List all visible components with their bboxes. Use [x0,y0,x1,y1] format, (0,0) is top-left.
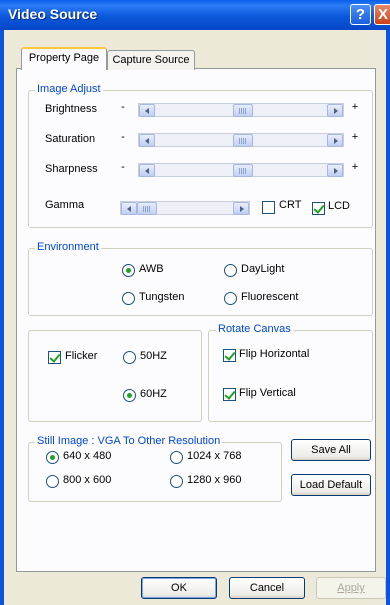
lcd-label: LCD [328,200,351,212]
saturation-right-arrow-icon[interactable] [327,134,343,147]
still-image-legend: Still Image : VGA To Other Resolution [35,435,223,447]
brightness-slider-thumb[interactable] [233,104,253,117]
res-640-label: 640 x 480 [63,450,112,462]
image-adjust-legend: Image Adjust [35,83,103,95]
tab-property-page[interactable]: Property Page [21,47,107,70]
hz50-radio[interactable] [123,351,136,364]
sharpness-right-arrow-icon[interactable] [327,164,343,177]
sharpness-plus: + [351,161,359,173]
brightness-plus: + [351,101,359,113]
apply-label: Apply [337,582,365,594]
res-800-label: 800 x 600 [63,474,112,486]
res-800-radio[interactable] [46,475,59,488]
rotate-canvas-legend: Rotate Canvas [216,323,293,335]
gamma-slider-thumb[interactable] [137,202,157,215]
sharpness-slider-thumb[interactable] [233,164,253,177]
sharpness-label: Sharpness [45,163,98,175]
close-icon: X [377,6,388,23]
save-all-button[interactable]: Save All [291,439,371,461]
saturation-left-arrow-icon[interactable] [139,134,155,147]
res-1280-radio[interactable] [170,475,183,488]
saturation-plus: + [351,131,359,143]
gamma-slider[interactable] [120,201,250,215]
daylight-radio[interactable] [224,264,237,277]
flip-vertical-label: Flip Vertical [239,387,296,399]
brightness-minus: - [121,101,125,113]
crt-label: CRT [279,199,302,211]
hz60-radio[interactable] [123,389,136,402]
saturation-slider[interactable] [138,133,344,147]
brightness-slider[interactable] [138,103,344,117]
saturation-label: Saturation [45,133,96,145]
gamma-label: Gamma [45,199,85,211]
brightness-label: Brightness [45,103,97,115]
saturation-minus: - [121,131,125,143]
fluorescent-label: Fluorescent [241,291,299,303]
environment-group [28,248,373,316]
ok-button[interactable]: OK [141,577,217,599]
flicker-group [28,330,202,422]
res-1024-label: 1024 x 768 [187,450,242,462]
daylight-label: DayLight [241,263,285,275]
help-button[interactable]: ? [350,4,371,25]
window-title: Video Source [8,6,98,22]
lcd-checkbox[interactable] [312,202,325,215]
tungsten-label: Tungsten [139,291,185,303]
brightness-left-arrow-icon[interactable] [139,104,155,117]
awb-label: AWB [139,263,164,275]
flicker-label: Flicker [65,350,98,362]
res-640-radio[interactable] [46,451,59,464]
sharpness-minus: - [121,161,125,173]
tab-capture-source[interactable]: Capture Source [107,50,195,70]
hz60-label: 60HZ [140,388,167,400]
saturation-slider-thumb[interactable] [233,134,253,147]
close-button[interactable]: X [374,4,390,25]
res-1024-radio[interactable] [170,451,183,464]
sharpness-left-arrow-icon[interactable] [139,164,155,177]
brightness-right-arrow-icon[interactable] [327,104,343,117]
awb-radio[interactable] [122,264,135,277]
flip-horizontal-label: Flip Horizontal [239,348,310,360]
window-border-right [386,30,390,605]
gamma-left-arrow-icon[interactable] [121,202,137,215]
environment-legend: Environment [35,241,101,253]
flip-vertical-checkbox[interactable] [223,388,236,401]
flicker-checkbox[interactable] [48,351,61,364]
flip-horizontal-checkbox[interactable] [223,349,236,362]
load-default-button[interactable]: Load Default [291,474,371,496]
tungsten-radio[interactable] [122,292,135,305]
hz50-label: 50HZ [140,350,167,362]
rotate-canvas-group [208,330,373,422]
sharpness-slider[interactable] [138,163,344,177]
apply-button[interactable]: Apply [316,577,386,599]
res-1280-label: 1280 x 960 [187,474,242,486]
crt-checkbox[interactable] [262,201,275,214]
gamma-right-arrow-icon[interactable] [233,202,249,215]
fluorescent-radio[interactable] [224,292,237,305]
cancel-button[interactable]: Cancel [229,577,305,599]
help-icon: ? [355,6,366,23]
